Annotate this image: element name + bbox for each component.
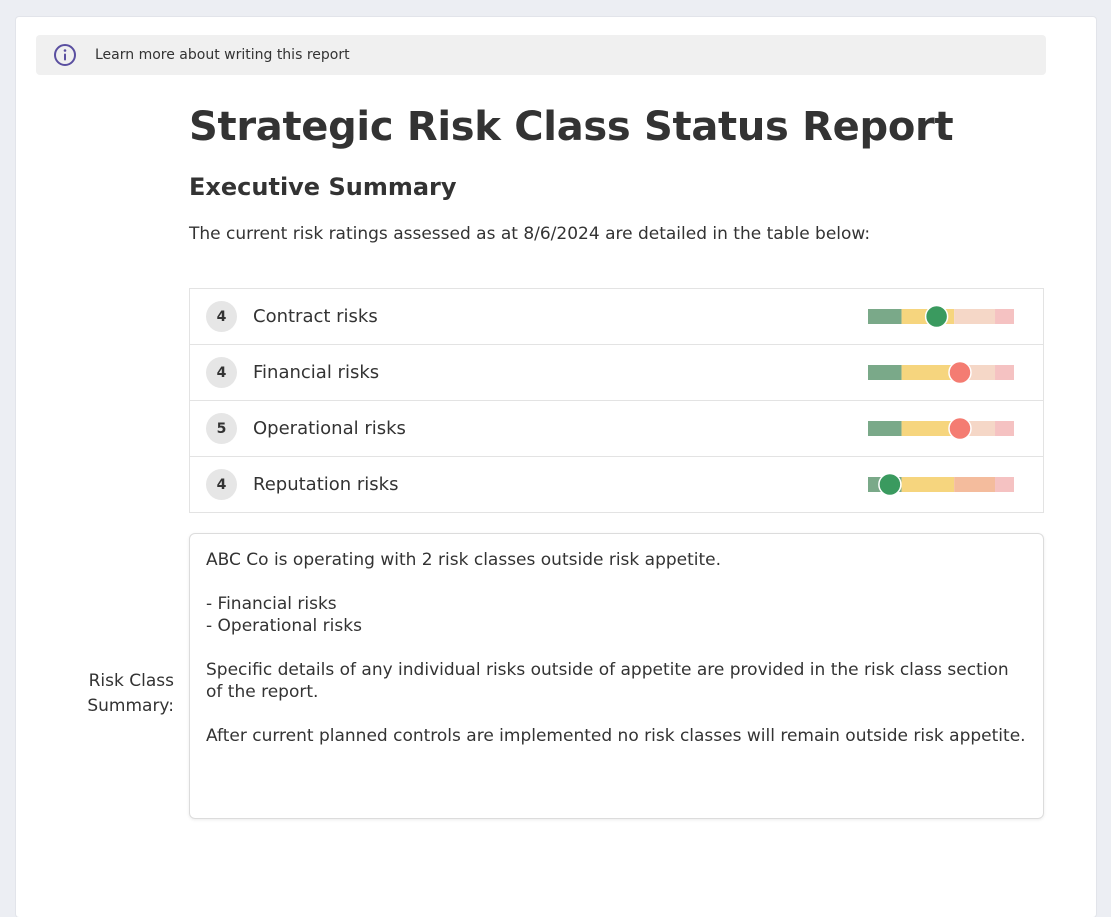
risk-row-reputation[interactable]: 4 Reputation risks: [190, 456, 1043, 512]
gauge-band-green: [868, 421, 902, 436]
risk-row-operational[interactable]: 5 Operational risks: [190, 400, 1043, 456]
gauge-rating-marker: [948, 416, 972, 441]
gauge-band-yellow: [901, 365, 955, 380]
risk-gauge: [868, 416, 1014, 441]
gauge-band-yellow: [901, 477, 955, 492]
summary-list-item: - Financial risks: [206, 594, 337, 614]
gauge-rating-marker: [924, 304, 949, 329]
risk-label: Operational risks: [253, 418, 406, 439]
gauge-band-yellow: [901, 421, 955, 436]
summary-after-controls: After current planned controls are imple…: [206, 726, 1026, 746]
risk-row-contract[interactable]: 4 Contract risks: [190, 289, 1043, 344]
risk-class-summary-textarea[interactable]: ABC Co is operating with 2 risk classes …: [189, 533, 1044, 819]
intro-text: The current risk ratings assessed as at …: [189, 224, 871, 244]
risk-gauge: [868, 304, 1014, 329]
risk-row-financial[interactable]: 4 Financial risks: [190, 344, 1043, 400]
gauge-rating-marker: [948, 360, 972, 385]
gauge-band-pink: [995, 421, 1014, 436]
section-heading-executive-summary: Executive Summary: [189, 173, 457, 201]
risk-count-badge: 5: [206, 413, 237, 444]
gauge-rating-marker: [878, 472, 902, 497]
risk-label: Contract risks: [253, 306, 378, 327]
gauge-band-green: [868, 309, 902, 324]
gauge-band-peach: [954, 477, 996, 492]
learn-more-link[interactable]: Learn more about writing this report: [95, 47, 350, 63]
risk-gauge: [868, 472, 1014, 497]
info-circle-icon: [53, 43, 77, 67]
risk-count-badge: 4: [206, 357, 237, 388]
risk-class-summary-label: Risk Class Summary:: [87, 671, 174, 716]
risk-count-badge: 4: [206, 469, 237, 500]
gauge-band-pink: [995, 309, 1014, 324]
learn-more-banner[interactable]: Learn more about writing this report: [36, 35, 1046, 75]
page-title: Strategic Risk Class Status Report: [189, 104, 954, 150]
summary-details: Specific details of any individual risks…: [206, 660, 1009, 702]
summary-intro-line: ABC Co is operating with 2 risk classes …: [206, 550, 722, 570]
gauge-band-pink: [995, 477, 1014, 492]
risk-count-badge: 4: [206, 301, 237, 332]
risk-class-table: 4 Contract risks 4 Financial risks 5 Ope…: [189, 288, 1044, 513]
gauge-band-peach: [954, 309, 996, 324]
risk-label: Financial risks: [253, 362, 380, 383]
gauge-band-pink: [995, 365, 1014, 380]
summary-list-item: - Operational risks: [206, 616, 362, 636]
gauge-band-green: [868, 365, 902, 380]
risk-label: Reputation risks: [253, 474, 399, 495]
risk-gauge: [868, 360, 1014, 385]
